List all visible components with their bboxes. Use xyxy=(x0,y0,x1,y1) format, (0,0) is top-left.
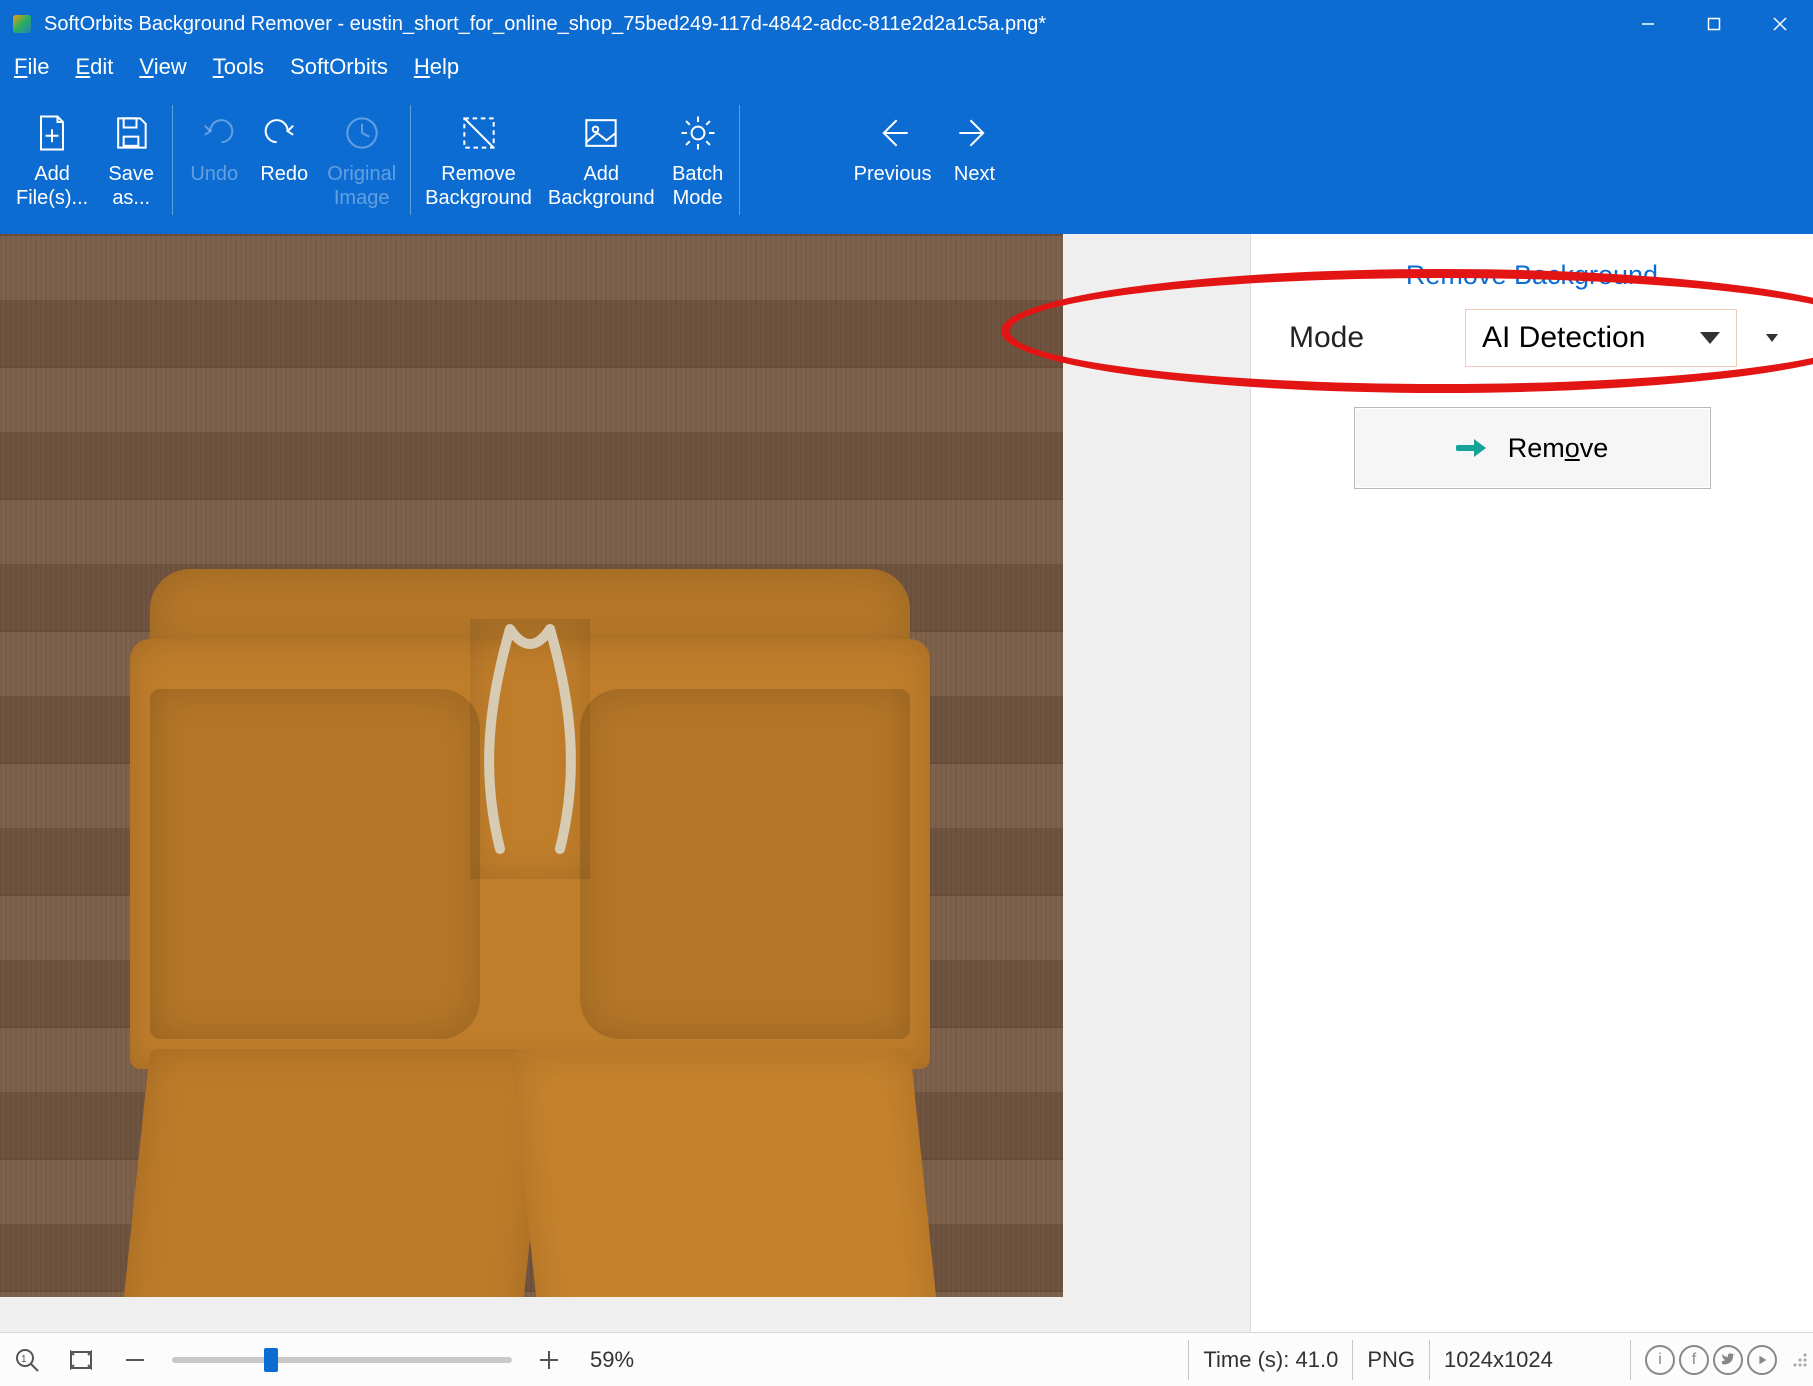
save-icon xyxy=(109,104,153,162)
save-as-label: Save as... xyxy=(108,162,154,210)
gear-icon xyxy=(676,104,720,162)
social-links: i f xyxy=(1631,1333,1791,1386)
undo-icon xyxy=(192,104,236,162)
status-format: PNG xyxy=(1353,1333,1429,1386)
batch-mode-button[interactable]: Batch Mode xyxy=(663,98,733,222)
arrow-right-icon xyxy=(952,104,996,162)
previous-button[interactable]: Previous xyxy=(846,98,940,222)
remove-bg-label: Remove Background xyxy=(425,162,532,210)
next-label: Next xyxy=(954,162,995,186)
redo-button[interactable]: Redo xyxy=(249,98,319,222)
menu-edit[interactable]: Edit xyxy=(75,54,113,80)
title-bar: SoftOrbits Background Remover - eustin_s… xyxy=(0,0,1813,48)
history-icon xyxy=(340,104,384,162)
undo-label: Undo xyxy=(190,162,238,186)
twitter-icon[interactable] xyxy=(1713,1345,1743,1375)
arrow-right-icon xyxy=(1456,436,1490,460)
app-icon xyxy=(10,12,34,36)
info-icon[interactable]: i xyxy=(1645,1345,1675,1375)
mode-dropdown[interactable]: AI Detection xyxy=(1465,309,1737,367)
close-button[interactable] xyxy=(1747,0,1813,48)
minimize-button[interactable] xyxy=(1615,0,1681,48)
image-icon xyxy=(579,104,623,162)
zoom-actual-button[interactable]: 1 xyxy=(0,1333,54,1386)
svg-text:1: 1 xyxy=(21,1354,27,1365)
window-title: SoftOrbits Background Remover - eustin_s… xyxy=(44,13,1046,36)
mode-value: AI Detection xyxy=(1482,321,1645,355)
previous-label: Previous xyxy=(854,162,932,186)
status-time: Time (s): 41.0 xyxy=(1189,1333,1352,1386)
remove-button[interactable]: Remove xyxy=(1354,407,1711,489)
side-panel: Remove Background Mode AI Detection Remo… xyxy=(1250,234,1813,1332)
add-file-icon xyxy=(30,104,74,162)
menu-softorbits[interactable]: SoftOrbits xyxy=(290,54,388,80)
menu-tools[interactable]: Tools xyxy=(213,54,264,80)
add-bg-label: Add Background xyxy=(548,162,655,210)
menu-view[interactable]: View xyxy=(139,54,186,80)
save-as-button[interactable]: Save as... xyxy=(96,98,166,222)
zoom-out-button[interactable] xyxy=(108,1333,162,1386)
canvas-area[interactable] xyxy=(0,234,1250,1332)
zoom-percent: 59% xyxy=(576,1333,648,1386)
zoom-slider-thumb[interactable] xyxy=(264,1348,278,1372)
status-dimensions: 1024x1024 xyxy=(1430,1333,1630,1386)
loaded-image xyxy=(0,234,1063,1297)
status-bar: 1 59% Time (s): 41.0 PNG 1024x1024 i f xyxy=(0,1332,1813,1386)
add-files-button[interactable]: Add File(s)... xyxy=(8,98,96,222)
redo-label: Redo xyxy=(260,162,308,186)
remove-background-button[interactable]: Remove Background xyxy=(417,98,540,222)
youtube-icon[interactable] xyxy=(1747,1345,1777,1375)
toolbar: Add File(s)... Save as... Undo Redo Ori xyxy=(0,86,1813,234)
remove-button-label: Remove xyxy=(1508,433,1609,464)
chevron-down-icon xyxy=(1700,332,1720,344)
toolbar-separator xyxy=(410,105,411,215)
toolbar-separator xyxy=(172,105,173,215)
original-image-label: Original Image xyxy=(327,162,396,210)
zoom-fit-button[interactable] xyxy=(54,1333,108,1386)
undo-button[interactable]: Undo xyxy=(179,98,249,222)
next-button[interactable]: Next xyxy=(939,98,1009,222)
mode-label: Mode xyxy=(1281,321,1441,355)
menu-bar: File Edit View Tools SoftOrbits Help xyxy=(0,48,1813,86)
original-image-button[interactable]: Original Image xyxy=(319,98,404,222)
menu-file[interactable]: File xyxy=(14,54,49,80)
arrow-left-icon xyxy=(871,104,915,162)
panel-title: Remove Background xyxy=(1281,260,1783,291)
main-area: Remove Background Mode AI Detection Remo… xyxy=(0,234,1813,1332)
facebook-icon[interactable]: f xyxy=(1679,1345,1709,1375)
zoom-slider[interactable] xyxy=(162,1333,522,1386)
chevron-down-icon xyxy=(1766,334,1778,342)
zoom-in-button[interactable] xyxy=(522,1333,576,1386)
maximize-button[interactable] xyxy=(1681,0,1747,48)
panel-options-dropdown[interactable] xyxy=(1761,309,1783,367)
batch-label: Batch Mode xyxy=(672,162,723,210)
redo-icon xyxy=(262,104,306,162)
add-files-label: Add File(s)... xyxy=(16,162,88,210)
remove-bg-icon xyxy=(457,104,501,162)
resize-grip[interactable] xyxy=(1791,1351,1809,1369)
toolbar-separator xyxy=(739,105,740,215)
add-background-button[interactable]: Add Background xyxy=(540,98,663,222)
menu-help[interactable]: Help xyxy=(414,54,459,80)
